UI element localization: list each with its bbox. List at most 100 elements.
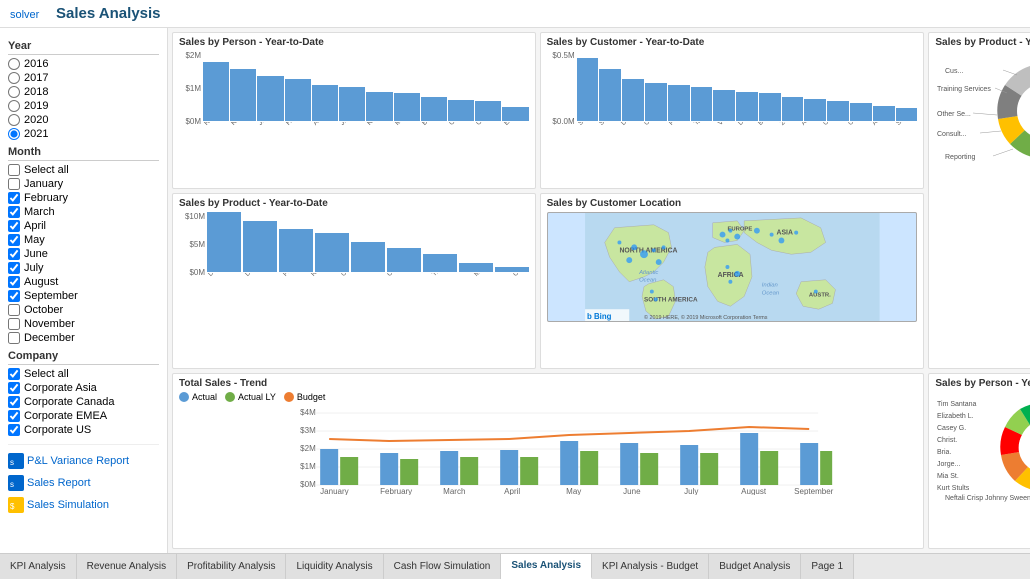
month-select-all[interactable]: Select all — [8, 164, 159, 176]
month-march[interactable]: March — [8, 206, 159, 218]
solver-badge-2: s Sales Report — [8, 473, 159, 493]
svg-text:Bria.: Bria. — [937, 449, 951, 456]
svg-text:Indian: Indian — [761, 283, 777, 289]
svg-text:Casey G.: Casey G. — [937, 425, 966, 432]
year-2016[interactable]: 2016 — [8, 58, 159, 70]
tab-kpi-analysis[interactable]: KPI Analysis — [0, 554, 77, 579]
sales-report-link[interactable]: Sales Report — [27, 477, 91, 489]
svg-text:$1M: $1M — [300, 462, 316, 471]
sales-by-product-donut-title: Sales by Product - Year-to-Date — [935, 37, 1030, 48]
company-asia[interactable]: Corporate Asia — [8, 382, 159, 394]
month-july[interactable]: July — [8, 262, 159, 274]
solver-badge-3: $ Sales Simulation — [8, 495, 159, 515]
sales-by-product-donut-panel: Sales by Product - Year-to-Date — [928, 32, 1030, 369]
bar — [827, 101, 849, 121]
month-may[interactable]: May — [8, 234, 159, 246]
svg-text:February: February — [380, 487, 412, 495]
svg-text:September: September — [794, 487, 833, 495]
company-select-all[interactable]: Select all — [8, 368, 159, 380]
month-october[interactable]: October — [8, 304, 159, 316]
month-january[interactable]: January — [8, 178, 159, 190]
bar — [285, 79, 311, 121]
solver-icon-2: s — [8, 475, 24, 491]
year-2018[interactable]: 2018 — [8, 86, 159, 98]
month-september[interactable]: September — [8, 290, 159, 302]
svg-text:$: $ — [10, 502, 15, 511]
month-november[interactable]: November — [8, 318, 159, 330]
bar — [394, 93, 420, 121]
total-sales-trend-title: Total Sales - Trend — [179, 378, 917, 389]
tab-budget-analysis[interactable]: Budget Analysis — [709, 554, 801, 579]
legend-actual: Actual — [179, 392, 217, 402]
sales-by-product-panel: Sales by Product - Year-to-Date $10M $5M… — [172, 193, 536, 369]
tab-kpi-analysis-budget[interactable]: KPI Analysis - Budget — [592, 554, 709, 579]
year-2017[interactable]: 2017 — [8, 72, 159, 84]
svg-text:August: August — [741, 487, 767, 495]
svg-text:s: s — [10, 458, 14, 467]
company-canada[interactable]: Corporate Canada — [8, 396, 159, 408]
month-february[interactable]: February — [8, 192, 159, 204]
year-2020[interactable]: 2020 — [8, 114, 159, 126]
world-map: NORTH AMERICA EUROPE ASIA Atlantic Ocean… — [547, 212, 918, 322]
svg-text:Johnny Sweeney: Johnny Sweeney — [985, 495, 1030, 502]
sales-simulation-link[interactable]: Sales Simulation — [27, 499, 109, 511]
bar — [668, 85, 690, 121]
svg-text:June: June — [623, 487, 641, 495]
bar — [423, 254, 457, 272]
actual-ly-legend-label: Actual LY — [238, 392, 276, 402]
bar — [736, 92, 758, 121]
sales-sim-icon: $ — [8, 497, 24, 513]
svg-text:$2M: $2M — [300, 444, 316, 453]
sales-by-person-bars — [203, 51, 529, 121]
bar — [366, 92, 392, 121]
tab-liquidity-analysis[interactable]: Liquidity Analysis — [286, 554, 383, 579]
tab-sales-analysis[interactable]: Sales Analysis — [501, 554, 592, 579]
bar — [495, 267, 529, 272]
year-2019[interactable]: 2019 — [8, 100, 159, 112]
sbc-y1: $0.5M — [547, 51, 575, 60]
bar — [207, 212, 241, 272]
header-logo: solver — [10, 6, 50, 22]
svg-text:Mia St.: Mia St. — [937, 473, 959, 480]
bar — [873, 106, 895, 121]
sbp-y0: $0M — [179, 117, 201, 126]
company-emea[interactable]: Corporate EMEA — [8, 410, 159, 422]
map-svg: NORTH AMERICA EUROPE ASIA Atlantic Ocean… — [548, 213, 917, 321]
content-area: Sales by Person - Year-to-Date $2M $1M $… — [168, 28, 1030, 553]
svg-text:Neftali Crisp: Neftali Crisp — [945, 495, 983, 502]
tab-revenue-analysis[interactable]: Revenue Analysis — [77, 554, 178, 579]
bar — [645, 83, 667, 122]
svg-text:ASIA: ASIA — [776, 230, 792, 237]
bar — [804, 99, 826, 121]
sidebar: Year 2016 2017 2018 2019 2020 2021 Month… — [0, 28, 168, 553]
bar — [759, 93, 781, 121]
bar — [421, 97, 447, 122]
svg-text:b Bing: b Bing — [587, 312, 612, 321]
sales-by-person-donut-panel: Sales by Person - Year-to-Date — [928, 373, 1030, 549]
svg-text:Cus...: Cus... — [945, 68, 963, 75]
trend-legend: Actual Actual LY Budget — [179, 392, 917, 402]
bar — [475, 101, 501, 121]
solver-badge-1: s P&L Variance Report — [8, 451, 159, 471]
tab-profitability-analysis[interactable]: Profitability Analysis — [177, 554, 286, 579]
year-2021[interactable]: 2021 — [8, 128, 159, 140]
main-area: Year 2016 2017 2018 2019 2020 2021 Month… — [0, 28, 1030, 553]
month-december[interactable]: December — [8, 332, 159, 344]
solver-icon-1: s — [8, 453, 24, 469]
page-title: Sales Analysis — [56, 5, 161, 22]
bar — [599, 69, 621, 122]
sales-by-product-title: Sales by Product - Year-to-Date — [179, 198, 529, 209]
month-april[interactable]: April — [8, 220, 159, 232]
svg-text:Jorge...: Jorge... — [937, 461, 960, 468]
solver-logo-icon: solver — [10, 6, 50, 22]
pl-variance-link[interactable]: P&L Variance Report — [27, 455, 129, 467]
month-august[interactable]: August — [8, 276, 159, 288]
month-june[interactable]: June — [8, 248, 159, 260]
bar — [502, 107, 528, 121]
trend-chart-svg: $4M $3M $2M $1M $0M — [179, 405, 917, 495]
svg-text:© 2019 HERE, © 2019 Microsoft: © 2019 HERE, © 2019 Microsoft Corporatio… — [644, 314, 768, 321]
tab-cash-flow-simulation[interactable]: Cash Flow Simulation — [384, 554, 502, 579]
company-us[interactable]: Corporate US — [8, 424, 159, 436]
svg-text:Ocean: Ocean — [761, 290, 778, 296]
tab-page-1[interactable]: Page 1 — [801, 554, 854, 579]
